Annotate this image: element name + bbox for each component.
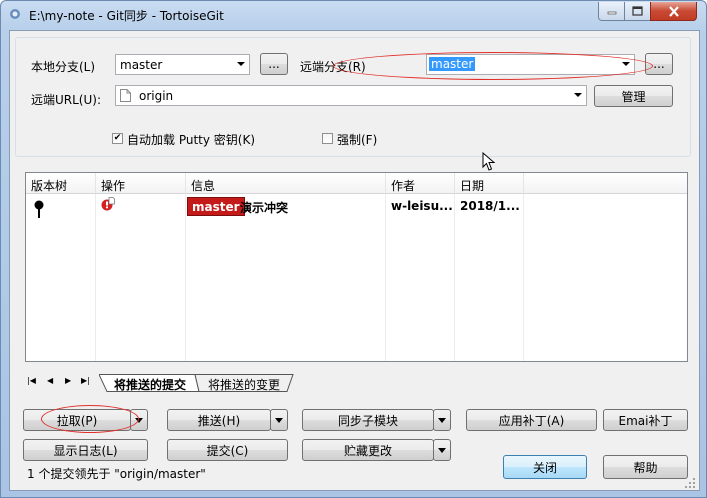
local-branch-label: 本地分支(L) xyxy=(31,60,96,74)
show-log-button[interactable]: 显示日志(L) xyxy=(23,439,148,461)
mouse-cursor-icon xyxy=(482,152,496,171)
remote-url-value: origin xyxy=(139,89,174,103)
dropdown-arrow-icon xyxy=(438,447,446,453)
push-button[interactable]: 推送(H) xyxy=(167,409,271,431)
column-header-date[interactable]: 日期 xyxy=(455,173,524,194)
stash-changes-button[interactable]: 贮藏更改 xyxy=(302,439,434,461)
commit-button[interactable]: 提交(C) xyxy=(167,439,288,461)
column-divider xyxy=(523,194,524,361)
minimize-button[interactable] xyxy=(598,2,625,21)
column-header-graph[interactable]: 版本树 xyxy=(26,173,96,194)
push-split-button[interactable]: 推送(H) xyxy=(167,409,288,431)
tortoisegit-sync-window: E:\my-note - Git同步 - TortoiseGit 本地分支(L)… xyxy=(0,0,707,498)
dialog-client-area: 本地分支(L) master ... 远端分支(R) master ... 远端… xyxy=(9,30,700,491)
table-row[interactable]: master 演示冲突 w-leisu... 2018/1... xyxy=(26,195,687,219)
graph-node-icon xyxy=(34,200,44,218)
chevron-down-icon xyxy=(237,62,245,66)
help-button[interactable]: 帮助 xyxy=(603,455,688,479)
dropdown-arrow-icon xyxy=(275,417,283,423)
push-action-icon xyxy=(101,197,115,211)
tab-nav-first[interactable]: |◀ xyxy=(27,376,36,393)
branch-badge: master xyxy=(187,197,245,216)
minimize-icon xyxy=(607,11,616,15)
force-checkbox[interactable] xyxy=(322,133,333,144)
column-header-action[interactable]: 操作 xyxy=(96,173,186,194)
tab-changes-to-push[interactable]: 将推送的变更 xyxy=(208,376,280,393)
column-divider xyxy=(95,194,96,361)
email-patch-button[interactable]: Emai补丁 xyxy=(603,409,688,431)
column-header-author[interactable]: 作者 xyxy=(386,173,455,194)
manage-remotes-button[interactable]: 管理 xyxy=(594,85,673,107)
apply-patch-button[interactable]: 应用补丁(A) xyxy=(466,409,597,431)
title-bar[interactable]: E:\my-note - Git同步 - TortoiseGit xyxy=(1,1,706,29)
column-header-filler xyxy=(524,173,687,194)
maximize-button[interactable] xyxy=(624,2,651,21)
chevron-down-icon xyxy=(574,93,582,97)
remote-url-label: 远端URL(U): xyxy=(31,93,101,107)
autoload-putty-label: 自动加载 Putty 密钥(K) xyxy=(127,133,256,147)
column-divider xyxy=(385,194,386,361)
resize-grip-icon[interactable] xyxy=(684,477,696,489)
autoload-putty-checkbox[interactable]: ✔ xyxy=(112,133,123,144)
maximize-icon xyxy=(632,6,643,16)
document-icon xyxy=(120,89,131,102)
remote-url-combo[interactable]: origin xyxy=(115,85,587,106)
tab-nav-last[interactable]: ▶| xyxy=(81,376,90,393)
close-icon xyxy=(668,5,679,17)
column-divider xyxy=(454,194,455,361)
column-divider xyxy=(185,194,186,361)
commit-date: 2018/1... xyxy=(460,199,520,213)
local-branch-value: master xyxy=(120,58,163,72)
local-branch-browse-button[interactable]: ... xyxy=(260,53,288,75)
submodule-dropdown-button[interactable] xyxy=(433,409,451,431)
local-branch-combo[interactable]: master xyxy=(115,54,250,75)
push-dropdown-button[interactable] xyxy=(270,409,288,431)
submodule-split-button[interactable]: 同步子模块 xyxy=(302,409,451,431)
column-header-message[interactable]: 信息 xyxy=(186,173,386,194)
commit-author: w-leisu... xyxy=(391,199,453,213)
dropdown-arrow-icon xyxy=(438,417,446,423)
commits-list[interactable]: 版本树 操作 信息 作者 日期 master 演示冲突 w-leisu... 2… xyxy=(25,172,688,362)
stash-split-button[interactable]: 贮藏更改 xyxy=(302,439,451,461)
tab-nav-prev[interactable]: ◀ xyxy=(47,376,53,393)
force-label: 强制(F) xyxy=(337,133,378,147)
window-title: E:\my-note - Git同步 - TortoiseGit xyxy=(29,9,224,23)
result-tabs: |◀ ◀ ▶ ▶| 将推送的提交 将推送的变更 xyxy=(25,374,686,392)
tortoisegit-app-icon xyxy=(10,9,20,19)
sync-submodules-button[interactable]: 同步子模块 xyxy=(302,409,434,431)
annotation-ellipse-pull xyxy=(41,405,139,433)
tab-nav-next[interactable]: ▶ xyxy=(65,376,71,393)
annotation-ellipse-remote-branch xyxy=(333,52,653,80)
tab-commits-to-push[interactable]: 将推送的提交 xyxy=(114,376,186,393)
stash-dropdown-button[interactable] xyxy=(433,439,451,461)
close-window-button[interactable] xyxy=(650,2,697,21)
commit-message: 演示冲突 xyxy=(240,201,289,215)
close-button[interactable]: 关闭 xyxy=(503,455,587,479)
status-text: 1 个提交领先于 "origin/master" xyxy=(27,467,206,481)
